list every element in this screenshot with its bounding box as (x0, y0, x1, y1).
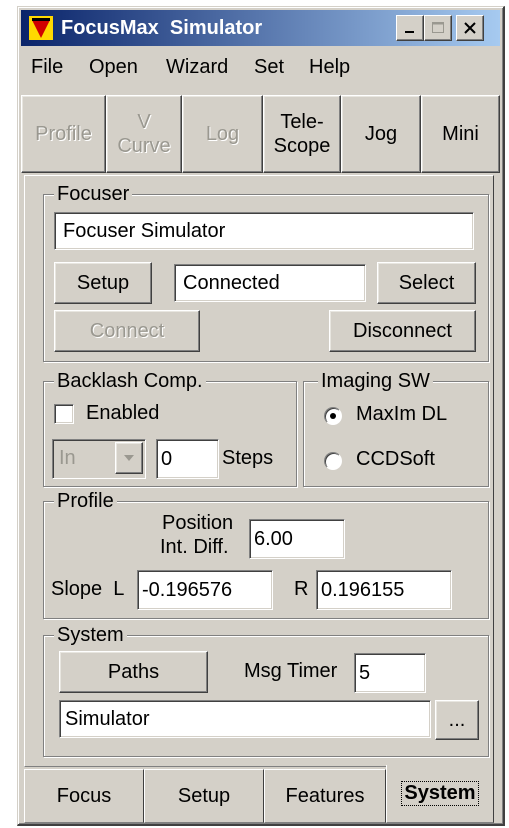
v-curve-label-line1: V (137, 111, 151, 133)
slope-r-value: 0.196155 (321, 578, 405, 601)
backlash-enabled-checkbox[interactable] (54, 404, 74, 424)
focuser-setup-label: Setup (76, 271, 130, 294)
position-label-line2: Int. Diff. (160, 536, 229, 558)
backlash-group-label: Backlash Comp. (54, 369, 206, 393)
maxim-dl-radio[interactable] (324, 407, 342, 425)
chevron-down-icon (124, 455, 134, 461)
backlash-steps-value: 0 (161, 447, 173, 470)
browse-button[interactable]: ... (435, 700, 479, 740)
tab-focus[interactable]: Focus (24, 769, 144, 823)
msg-timer-label: Msg Timer (244, 660, 338, 682)
tab-system[interactable]: System (386, 765, 494, 823)
imaging-sw-group: Imaging SW MaxIm DL CCDSoft (303, 369, 489, 487)
tab-setup[interactable]: Setup (144, 769, 264, 823)
imaging-sw-group-label: Imaging SW (318, 369, 433, 393)
backlash-enabled-label: Enabled (86, 402, 160, 424)
tab-features[interactable]: Features (264, 769, 386, 823)
jog-button-label: Jog (364, 123, 398, 145)
connect-button[interactable]: Connect (54, 310, 200, 352)
menu-open[interactable]: Open (89, 56, 138, 79)
title-bar[interactable]: FocusMax Simulator (21, 10, 500, 46)
disconnect-button[interactable]: Disconnect (329, 310, 476, 352)
menu-set[interactable]: Set (254, 56, 284, 79)
ccdsoft-label: CCDSoft (356, 448, 435, 470)
position-int-diff-field[interactable]: 6.00 (249, 519, 345, 559)
profile-group-label: Profile (54, 489, 117, 513)
system-path-field[interactable]: Simulator (59, 700, 431, 738)
tab-setup-label: Setup (177, 784, 231, 807)
focuser-status-field: Connected (174, 264, 366, 302)
jog-button[interactable]: Jog (341, 95, 421, 173)
mini-button[interactable]: Mini (421, 95, 500, 173)
paths-button[interactable]: Paths (59, 651, 208, 693)
system-group-label: System (54, 623, 127, 647)
backlash-group: Backlash Comp. Enabled In 0 Steps (43, 369, 297, 487)
telescope-label-line2: Scope (273, 135, 331, 157)
position-int-diff-value: 6.00 (254, 527, 293, 550)
tab-features-label: Features (285, 784, 365, 807)
log-button[interactable]: Log (182, 95, 263, 173)
backlash-steps-field[interactable]: 0 (156, 439, 219, 479)
focuser-group-label: Focuser (54, 182, 133, 206)
profile-button-label: Profile (35, 123, 92, 145)
menu-bar: File Open Wizard Set Help (21, 50, 500, 86)
dropdown-arrow-button[interactable] (115, 442, 143, 474)
profile-button[interactable]: Profile (21, 95, 106, 173)
backlash-steps-label: Steps (222, 447, 274, 469)
slope-r-label: R (294, 578, 309, 600)
maximize-button[interactable] (424, 15, 452, 41)
log-button-label: Log (205, 123, 240, 145)
focusmax-window: FocusMax Simulator File Open Wizard Set … (17, 6, 505, 826)
menu-help[interactable]: Help (309, 56, 350, 79)
menu-file[interactable]: File (31, 56, 63, 79)
ccdsoft-radio[interactable] (324, 452, 342, 470)
v-curve-button[interactable]: V Curve (106, 95, 182, 173)
connect-label: Connect (89, 319, 165, 342)
maxim-dl-label: MaxIm DL (356, 403, 448, 425)
msg-timer-value: 5 (359, 661, 371, 684)
focuser-name-value: Focuser Simulator (63, 219, 226, 242)
slope-r-field[interactable]: 0.196155 (316, 570, 452, 610)
close-icon (464, 22, 476, 34)
focuser-select-label: Select (398, 271, 455, 294)
msg-timer-field[interactable]: 5 (354, 653, 426, 693)
focuser-name-field[interactable]: Focuser Simulator (54, 212, 474, 250)
minimize-icon (405, 31, 414, 33)
slope-l-field[interactable]: -0.196576 (137, 570, 273, 610)
system-path-value: Simulator (65, 707, 150, 730)
disconnect-label: Disconnect (353, 319, 452, 342)
mini-button-label: Mini (442, 123, 479, 145)
focuser-setup-button[interactable]: Setup (54, 262, 152, 304)
telescope-button[interactable]: Tele- Scope (263, 95, 341, 173)
slope-l-value: -0.196576 (142, 578, 233, 601)
focuser-status-value: Connected (183, 271, 280, 294)
focusmax-app-icon[interactable] (29, 16, 53, 40)
focuser-group: Focuser Focuser Simulator Setup Connecte… (43, 182, 489, 362)
tab-focus-label: Focus (56, 784, 112, 807)
menu-wizard[interactable]: Wizard (166, 56, 228, 79)
backlash-direction-select[interactable]: In (52, 439, 146, 479)
system-tab-panel: Focuser Focuser Simulator Setup Connecte… (24, 175, 494, 767)
paths-label: Paths (107, 660, 160, 683)
backlash-direction-value: In (59, 447, 76, 469)
position-label-line1: Position (162, 512, 234, 534)
close-button[interactable] (456, 15, 484, 41)
v-curve-label-line2: Curve (117, 135, 171, 157)
radio-selected-dot (330, 413, 336, 419)
profile-group: Profile Position Int. Diff. 6.00 Slope L… (43, 489, 489, 619)
browse-label: ... (448, 708, 466, 731)
telescope-label-line1: Tele- (280, 111, 324, 133)
maximize-icon (432, 22, 444, 33)
window-title: FocusMax Simulator (61, 17, 263, 39)
focuser-select-button[interactable]: Select (377, 262, 476, 304)
tab-system-label: System (401, 781, 479, 806)
slope-l-label: Slope L (51, 578, 125, 600)
minimize-button[interactable] (396, 15, 424, 41)
system-group: System Paths Msg Timer 5 Simulator ... (43, 623, 489, 757)
